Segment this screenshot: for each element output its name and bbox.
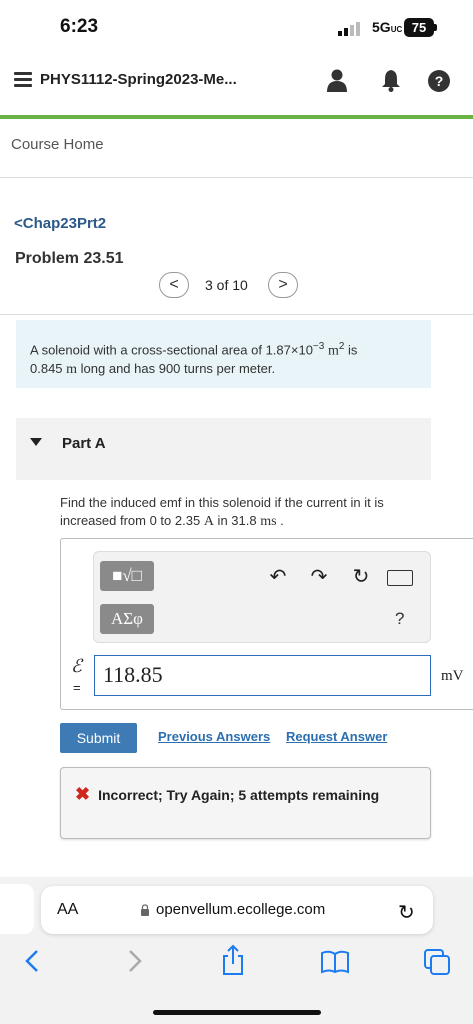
equals-sign: = (73, 680, 81, 695)
previous-answers-link[interactable]: Previous Answers (158, 729, 270, 744)
url-text: openvellum.ecollege.com (156, 901, 326, 918)
course-title: PHYS1112-Spring2023-Me... (40, 71, 237, 88)
forward-icon[interactable] (125, 948, 145, 974)
templates-button[interactable]: ■√□ (100, 561, 154, 591)
bell-icon[interactable] (380, 68, 402, 92)
undo-icon[interactable]: ↶ (265, 564, 291, 590)
bookmarks-icon[interactable] (320, 950, 350, 974)
back-icon[interactable] (22, 948, 42, 974)
divider (0, 177, 473, 178)
problem-statement: A solenoid with a cross-sectional area o… (16, 320, 431, 388)
caret-down-icon[interactable] (30, 438, 42, 446)
problem-title: Problem 23.51 (15, 250, 124, 267)
reader-options-button[interactable]: AA (57, 901, 78, 919)
battery-indicator: 75 (404, 18, 434, 37)
accent-bar (0, 115, 473, 119)
chapter-back-link[interactable]: <Chap23Prt2 (14, 215, 106, 232)
tabs-icon[interactable] (423, 948, 451, 976)
signal-icon (338, 22, 360, 36)
prev-problem-button[interactable]: < (159, 272, 189, 298)
chevron-left-icon: < (14, 215, 23, 232)
answer-unit: mV (441, 668, 464, 684)
network-label: 5GUC (372, 19, 403, 35)
keyboard-icon[interactable] (387, 570, 413, 586)
battery-tip (434, 24, 437, 31)
user-icon[interactable] (326, 68, 348, 92)
side-tab-preview[interactable] (0, 884, 34, 934)
reset-icon[interactable]: ↻ (348, 564, 374, 590)
course-home-link[interactable]: Course Home (11, 136, 104, 153)
reload-icon[interactable]: ↻ (398, 900, 415, 925)
help-icon[interactable]: ? (428, 70, 450, 92)
greek-symbols-button[interactable]: ΑΣφ (100, 604, 154, 634)
help-icon[interactable]: ? (395, 609, 404, 629)
divider (0, 314, 473, 315)
feedback-text: Incorrect; Try Again; 5 attempts remaini… (98, 787, 380, 803)
redo-icon[interactable]: ↷ (306, 564, 332, 590)
share-icon[interactable] (220, 944, 246, 976)
lock-icon (141, 904, 149, 916)
part-label: Part A (62, 435, 106, 452)
emf-symbol: ℰ (71, 656, 82, 676)
answer-input[interactable]: 118.85 (94, 655, 431, 696)
question-text: Find the induced emf in this solenoid if… (60, 495, 384, 529)
home-indicator (153, 1010, 321, 1015)
menu-icon[interactable] (14, 72, 32, 87)
submit-button[interactable]: Submit (60, 723, 137, 753)
pager-text: 3 of 10 (205, 277, 248, 293)
status-time: 6:23 (60, 16, 99, 37)
next-problem-button[interactable]: > (268, 272, 298, 298)
error-icon: ✖ (75, 784, 91, 804)
feedback-box: ✖ Incorrect; Try Again; 5 attempts remain… (60, 767, 431, 839)
request-answer-link[interactable]: Request Answer (286, 729, 387, 744)
